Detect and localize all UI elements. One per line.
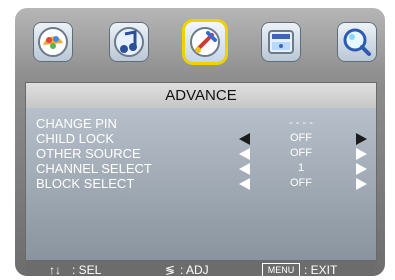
other-source-left-arrow-icon[interactable] xyxy=(239,148,250,160)
adj-hint: : ADJ xyxy=(180,263,209,276)
channel-select-value: 1 xyxy=(297,162,305,174)
channel-select-right-arrow-icon[interactable] xyxy=(356,163,367,175)
picture-icon[interactable] xyxy=(33,22,73,62)
channel-select-left-arrow-icon[interactable] xyxy=(239,163,250,175)
change-pin-row[interactable]: CHANGE PIN - - - - xyxy=(26,116,376,132)
search-icon-graphic xyxy=(343,28,371,56)
child-lock-left-arrow-icon[interactable] xyxy=(239,133,250,145)
osd-menu: ADVANCE CHANGE PIN - - - - CHILD LOCK OF… xyxy=(15,8,385,276)
sel-arrows-icon: ↑↓ xyxy=(49,263,61,276)
sel-hint: : SEL xyxy=(72,263,102,276)
block-select-row[interactable]: BLOCK SELECT OFF xyxy=(26,176,376,192)
adj-arrows-icon: ≶ xyxy=(165,263,176,276)
advance-icon[interactable] xyxy=(185,22,225,62)
exit-hint: : EXIT xyxy=(304,263,338,276)
menu-title: ADVANCE xyxy=(165,87,237,104)
child-lock-value: OFF xyxy=(290,132,312,144)
clock-icon[interactable] xyxy=(261,22,301,62)
advance-settings-panel: CHANGE PIN - - - - CHILD LOCK OFF OTHER … xyxy=(25,108,377,261)
channel-select-row[interactable]: CHANNEL SELECT 1 xyxy=(26,161,376,177)
other-source-right-arrow-icon[interactable] xyxy=(356,148,367,160)
menu-key[interactable]: MENU xyxy=(262,263,300,276)
advance-icon-graphic xyxy=(190,27,220,57)
block-select-value: OFF xyxy=(290,177,312,189)
osd-footer: ↑↓ : SEL ≶ : ADJ MENU : EXIT xyxy=(25,261,375,276)
sound-icon[interactable] xyxy=(109,22,149,62)
block-select-label: BLOCK SELECT xyxy=(36,176,135,191)
child-lock-row[interactable]: CHILD LOCK OFF xyxy=(26,131,376,147)
other-source-row[interactable]: OTHER SOURCE OFF xyxy=(26,146,376,162)
picture-icon-graphic xyxy=(38,27,68,57)
advance-title-bar: ADVANCE xyxy=(25,82,377,110)
block-select-left-arrow-icon[interactable] xyxy=(239,178,250,190)
change-pin-value: - - - - xyxy=(289,117,313,129)
other-source-label: OTHER SOURCE xyxy=(36,146,141,161)
child-lock-label: CHILD LOCK xyxy=(36,131,115,146)
tv-osd-frame: ADVANCE CHANGE PIN - - - - CHILD LOCK OF… xyxy=(0,0,395,280)
search-icon[interactable] xyxy=(337,22,377,62)
sound-icon-graphic xyxy=(114,27,144,57)
child-lock-right-arrow-icon[interactable] xyxy=(356,133,367,145)
other-source-value: OFF xyxy=(290,147,312,159)
menu-icon-bar xyxy=(15,8,385,80)
channel-select-label: CHANNEL SELECT xyxy=(36,161,152,176)
change-pin-label: CHANGE PIN xyxy=(36,116,117,131)
clock-icon-graphic xyxy=(268,30,294,54)
block-select-right-arrow-icon[interactable] xyxy=(356,178,367,190)
